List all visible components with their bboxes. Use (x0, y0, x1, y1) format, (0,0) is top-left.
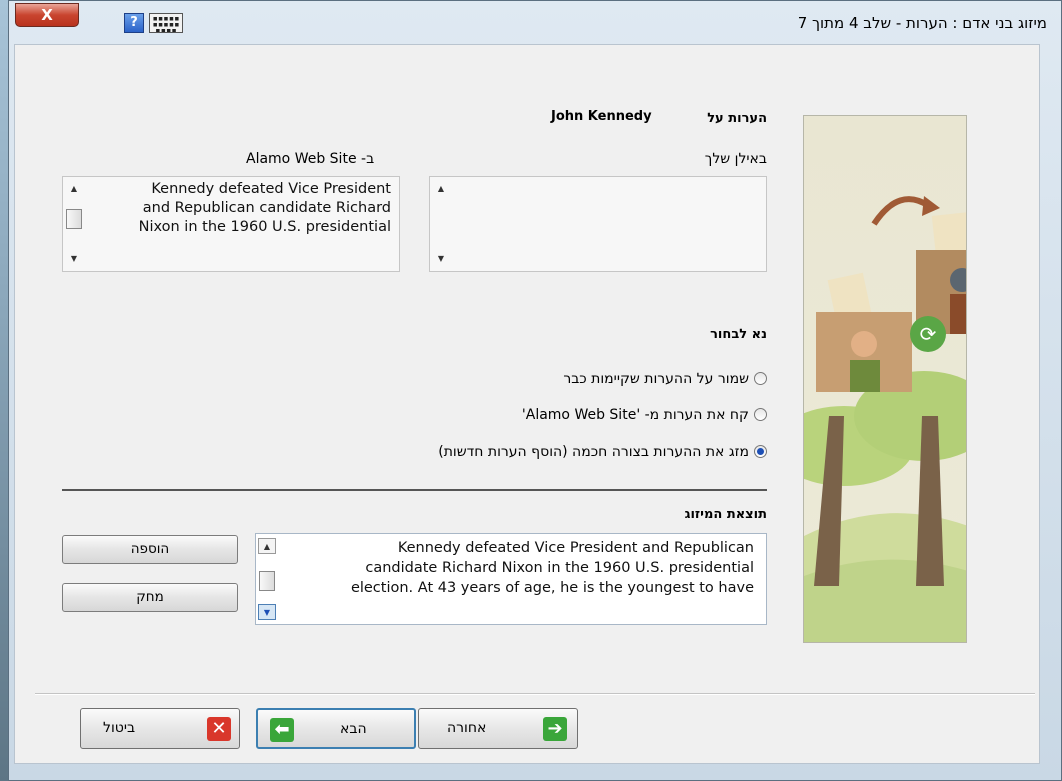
radio-keep-existing[interactable] (754, 372, 767, 385)
result-line: Kennedy defeated Vice President and Repu… (397, 540, 754, 556)
help-button[interactable]: ? (124, 13, 144, 33)
option-keep-existing[interactable]: שמור על ההערות שקיימות כבר (563, 371, 767, 387)
add-button[interactable]: הוספה (62, 535, 238, 564)
scroll-down-icon[interactable]: ▼ (432, 251, 450, 267)
radio-smart-merge[interactable] (754, 445, 767, 458)
notes-line: and Republican candidate Richard (142, 200, 391, 216)
other-source-label: ב- Alamo Web Site (246, 151, 375, 167)
merge-result-box[interactable]: ▲ ▼ Kennedy defeated Vice President and … (255, 533, 767, 625)
your-tree-label: באילן שלך (704, 151, 767, 167)
keyboard-icon: ▪▪▪▪▪ ▪▪▪▪▪ ▪▪▪▪ (152, 14, 180, 33)
next-button[interactable]: ⬅ הבא (256, 708, 416, 749)
cancel-button-label: ביטול (103, 720, 136, 736)
notes-line: Nixon in the 1960 U.S. presidential (138, 219, 391, 235)
other-source-notes-text: Kennedy defeated Vice President and Repu… (139, 180, 391, 237)
close-icon: X (41, 6, 53, 24)
option-keep-existing-label: שמור על ההערות שקיימות כבר (563, 371, 749, 387)
merge-result-text: Kennedy defeated Vice President and Repu… (351, 538, 754, 598)
back-button[interactable]: אחורה ➔ (418, 708, 578, 749)
result-line: candidate Richard Nixon in the 1960 U.S.… (365, 560, 754, 576)
option-take-from-source[interactable]: קח את הערות מ- 'Alamo Web Site' (522, 407, 767, 423)
radio-take-from-source[interactable] (754, 408, 767, 421)
wizard-body: ⟳ הערות על John Kennedy באילן שלך ב- Ala… (14, 44, 1040, 764)
scroll-down-icon[interactable]: ▼ (258, 604, 276, 620)
your-tree-scrollbar[interactable]: ▲ ▼ (432, 179, 450, 269)
scroll-down-icon[interactable]: ▼ (65, 251, 83, 267)
merge-result-heading: תוצאת המיזוג (684, 507, 767, 522)
person-name: John Kennedy (551, 109, 652, 124)
notes-line: Kennedy defeated Vice President (151, 181, 391, 197)
option-smart-merge[interactable]: מזג את ההערות בצורה חכמה (הוסף הערות חדש… (438, 444, 767, 460)
option-smart-merge-label: מזג את ההערות בצורה חכמה (הוסף הערות חדש… (438, 444, 749, 460)
close-button[interactable]: X (15, 3, 79, 27)
title-bar: X ? ▪▪▪▪▪ ▪▪▪▪▪ ▪▪▪▪ מיזוג בני אדם : הערות… (9, 1, 1061, 47)
scroll-thumb[interactable] (66, 209, 82, 229)
merge-illustration: ⟳ (803, 115, 967, 643)
section-divider (62, 489, 767, 491)
footer-divider (35, 693, 1035, 695)
window-title: מיזוג בני אדם : הערות - שלב 4 מתוך 7 (797, 14, 1047, 32)
arrow-left-icon: ⬅ (270, 718, 294, 742)
choose-heading: נא לבחור (710, 327, 767, 342)
help-icon: ? (130, 15, 138, 30)
arrow-right-icon: ➔ (543, 717, 567, 741)
your-tree-notes-box[interactable]: ▲ ▼ (429, 176, 767, 272)
other-source-scrollbar[interactable]: ▲ ▼ (65, 179, 83, 269)
back-button-label: אחורה (447, 720, 487, 736)
merge-result-scrollbar[interactable]: ▲ ▼ (258, 536, 276, 622)
x-icon: ✕ (207, 717, 231, 741)
svg-text:⟳: ⟳ (920, 322, 937, 346)
notes-on-label: הערות על (707, 111, 767, 126)
scroll-up-icon[interactable]: ▲ (65, 181, 83, 197)
option-take-from-source-label: קח את הערות מ- 'Alamo Web Site' (521, 407, 749, 423)
keyboard-button[interactable]: ▪▪▪▪▪ ▪▪▪▪▪ ▪▪▪▪ (149, 13, 183, 33)
cancel-button[interactable]: ביטול ✕ (80, 708, 240, 749)
next-button-label: הבא (340, 721, 367, 737)
scroll-up-icon[interactable]: ▲ (258, 538, 276, 554)
other-source-notes-box[interactable]: ▲ ▼ Kennedy defeated Vice President and … (62, 176, 400, 272)
delete-button[interactable]: מחק (62, 583, 238, 612)
scroll-thumb[interactable] (259, 571, 275, 591)
result-line: election. At 43 years of age, he is the … (350, 580, 754, 596)
scroll-up-icon[interactable]: ▲ (432, 181, 450, 197)
merge-illustration-image: ⟳ (804, 196, 966, 642)
